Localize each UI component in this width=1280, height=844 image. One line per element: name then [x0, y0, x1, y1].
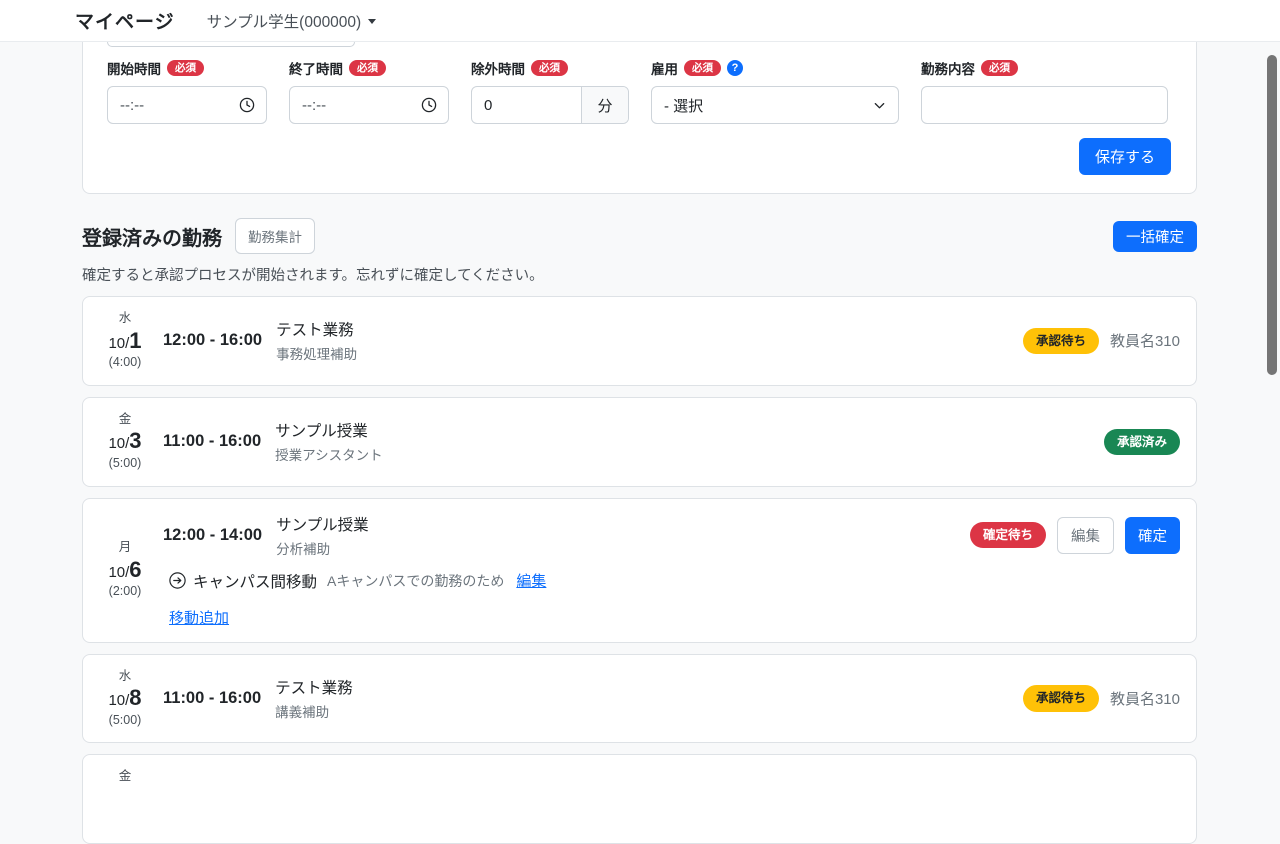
user-dropdown-label: サンプル学生(000000) — [207, 10, 362, 32]
work-entry-row: 金 10/3 (5:00) 11:00 - 16:00 サンプル授業 授業アシス… — [82, 397, 1197, 487]
date-block: 水 10/1 (4:00) — [99, 311, 151, 371]
main-content: 開始時間 必須 終了時間 必須 — [82, 42, 1197, 844]
clock-icon[interactable] — [421, 97, 437, 113]
end-time-input-group — [289, 86, 449, 124]
bulk-confirm-button[interactable]: 一括確定 — [1113, 221, 1197, 252]
registered-work-section-head: 登録済みの勤務 勤務集計 一括確定 — [82, 218, 1197, 254]
job-subtitle: 授業アシスタント — [275, 444, 382, 464]
required-badge: 必須 — [981, 60, 1018, 77]
work-detail-label: 勤務内容 — [921, 58, 975, 78]
work-entry-row: 金 — [82, 754, 1197, 844]
caret-down-icon — [368, 19, 376, 24]
duration-label: (5:00) — [99, 713, 151, 729]
work-entry-row: 水 10/8 (5:00) 11:00 - 16:00 テスト業務 講義補助 承… — [82, 654, 1197, 744]
edit-entry-button[interactable]: 編集 — [1057, 517, 1114, 554]
clock-icon[interactable] — [239, 97, 255, 113]
work-summary-button[interactable]: 勤務集計 — [235, 218, 315, 254]
job-subtitle: 事務処理補助 — [276, 343, 357, 363]
transfer-note: Aキャンパスでの勤務のため — [327, 571, 504, 591]
weekday-label: 月 — [99, 540, 151, 556]
field-start-time: 開始時間 必須 — [107, 59, 267, 124]
date-block: 水 10/8 (5:00) — [99, 669, 151, 729]
duration-label: (2:00) — [99, 584, 151, 600]
approver-name: 教員名310 — [1110, 330, 1180, 351]
transfer-edit-link[interactable]: 編集 — [516, 570, 546, 591]
field-end-time: 終了時間 必須 — [289, 59, 449, 124]
date-block: 月 10/6 (2:00) — [99, 540, 151, 600]
job-titles: サンプル授業 授業アシスタント — [275, 419, 382, 464]
time-range: 11:00 - 16:00 — [163, 689, 261, 708]
form-fields-row: 開始時間 必須 終了時間 必須 — [107, 59, 1171, 124]
weekday-label: 金 — [99, 769, 151, 785]
job-titles: テスト業務 事務処理補助 — [276, 318, 357, 363]
date-label: 10/1 — [99, 327, 151, 355]
section-note: 確定すると承認プロセスが開始されます。忘れずに確定してください。 — [82, 264, 1197, 285]
section-title: 登録済みの勤務 — [82, 222, 222, 251]
excluded-time-input-group: 分 — [471, 86, 629, 124]
add-transfer-link[interactable]: 移動追加 — [169, 610, 229, 627]
start-time-input-group — [107, 86, 267, 124]
duration-label: (4:00) — [99, 355, 151, 371]
arrow-right-circle-icon — [169, 572, 186, 589]
work-entry-row: 月 10/6 (2:00) 12:00 - 14:00 サンプル授業 分析補助 … — [82, 498, 1197, 643]
required-badge: 必須 — [167, 60, 204, 77]
work-entry-form-card: 開始時間 必須 終了時間 必須 — [82, 42, 1197, 194]
excluded-time-input[interactable] — [472, 97, 581, 114]
help-icon[interactable]: ? — [727, 60, 743, 76]
work-entry-row: 水 10/1 (4:00) 12:00 - 16:00 テスト業務 事務処理補助… — [82, 296, 1197, 386]
employment-select-value: - 選択 — [664, 95, 703, 116]
end-time-input[interactable] — [290, 97, 421, 114]
duration-label: (5:00) — [99, 456, 151, 472]
vertical-scrollbar-thumb[interactable] — [1267, 55, 1277, 375]
job-title: テスト業務 — [276, 318, 357, 340]
date-label: 10/8 — [99, 684, 151, 712]
work-detail-input[interactable] — [922, 97, 1167, 114]
campus-transfer-line: キャンパス間移動 Aキャンパスでの勤務のため 編集 — [169, 570, 1180, 592]
date-label: 10/3 — [99, 427, 151, 455]
field-work-detail: 勤務内容 必須 — [921, 59, 1168, 124]
chevron-down-icon — [873, 99, 886, 112]
page-title: マイページ — [75, 7, 175, 34]
weekday-label: 水 — [99, 669, 151, 685]
field-employment: 雇用 必須 ? - 選択 — [651, 59, 899, 124]
start-time-input[interactable] — [108, 97, 239, 114]
time-range: 11:00 - 16:00 — [163, 432, 261, 451]
job-title: テスト業務 — [275, 676, 353, 698]
job-subtitle: 分析補助 — [276, 538, 369, 558]
confirm-entry-button[interactable]: 確定 — [1125, 517, 1180, 554]
work-date-input-cutoff[interactable] — [107, 42, 355, 47]
work-detail-input-group — [921, 86, 1168, 124]
status-badge: 承認待ち — [1023, 685, 1099, 711]
minutes-unit-addon: 分 — [581, 87, 628, 123]
time-range: 12:00 - 14:00 — [163, 526, 262, 545]
date-label: 10/6 — [99, 556, 151, 584]
weekday-label: 金 — [99, 412, 151, 428]
required-badge: 必須 — [684, 60, 721, 77]
save-button[interactable]: 保存する — [1079, 138, 1171, 175]
required-badge: 必須 — [349, 60, 386, 77]
user-dropdown[interactable]: サンプル学生(000000) — [207, 10, 377, 32]
date-block: 金 — [99, 769, 151, 785]
date-block: 金 10/3 (5:00) — [99, 412, 151, 472]
employment-label: 雇用 — [651, 58, 678, 78]
transfer-label: キャンパス間移動 — [193, 570, 317, 592]
job-subtitle: 講義補助 — [275, 701, 353, 721]
job-titles: テスト業務 講義補助 — [275, 676, 353, 721]
job-title: サンプル授業 — [276, 513, 369, 535]
weekday-label: 水 — [99, 311, 151, 327]
time-range: 12:00 - 16:00 — [163, 331, 262, 350]
status-badge: 確定待ち — [970, 522, 1046, 548]
required-badge: 必須 — [531, 60, 568, 77]
start-time-label: 開始時間 — [107, 58, 161, 78]
job-title: サンプル授業 — [275, 419, 382, 441]
status-badge: 承認待ち — [1023, 328, 1099, 354]
approver-name: 教員名310 — [1110, 688, 1180, 709]
job-titles: サンプル授業 分析補助 — [276, 513, 369, 558]
excluded-time-label: 除外時間 — [471, 58, 525, 78]
app-header: マイページ サンプル学生(000000) — [0, 0, 1280, 42]
status-badge: 承認済み — [1104, 429, 1180, 455]
field-excluded-time: 除外時間 必須 分 — [471, 59, 629, 124]
end-time-label: 終了時間 — [289, 58, 343, 78]
employment-select[interactable]: - 選択 — [651, 86, 899, 124]
